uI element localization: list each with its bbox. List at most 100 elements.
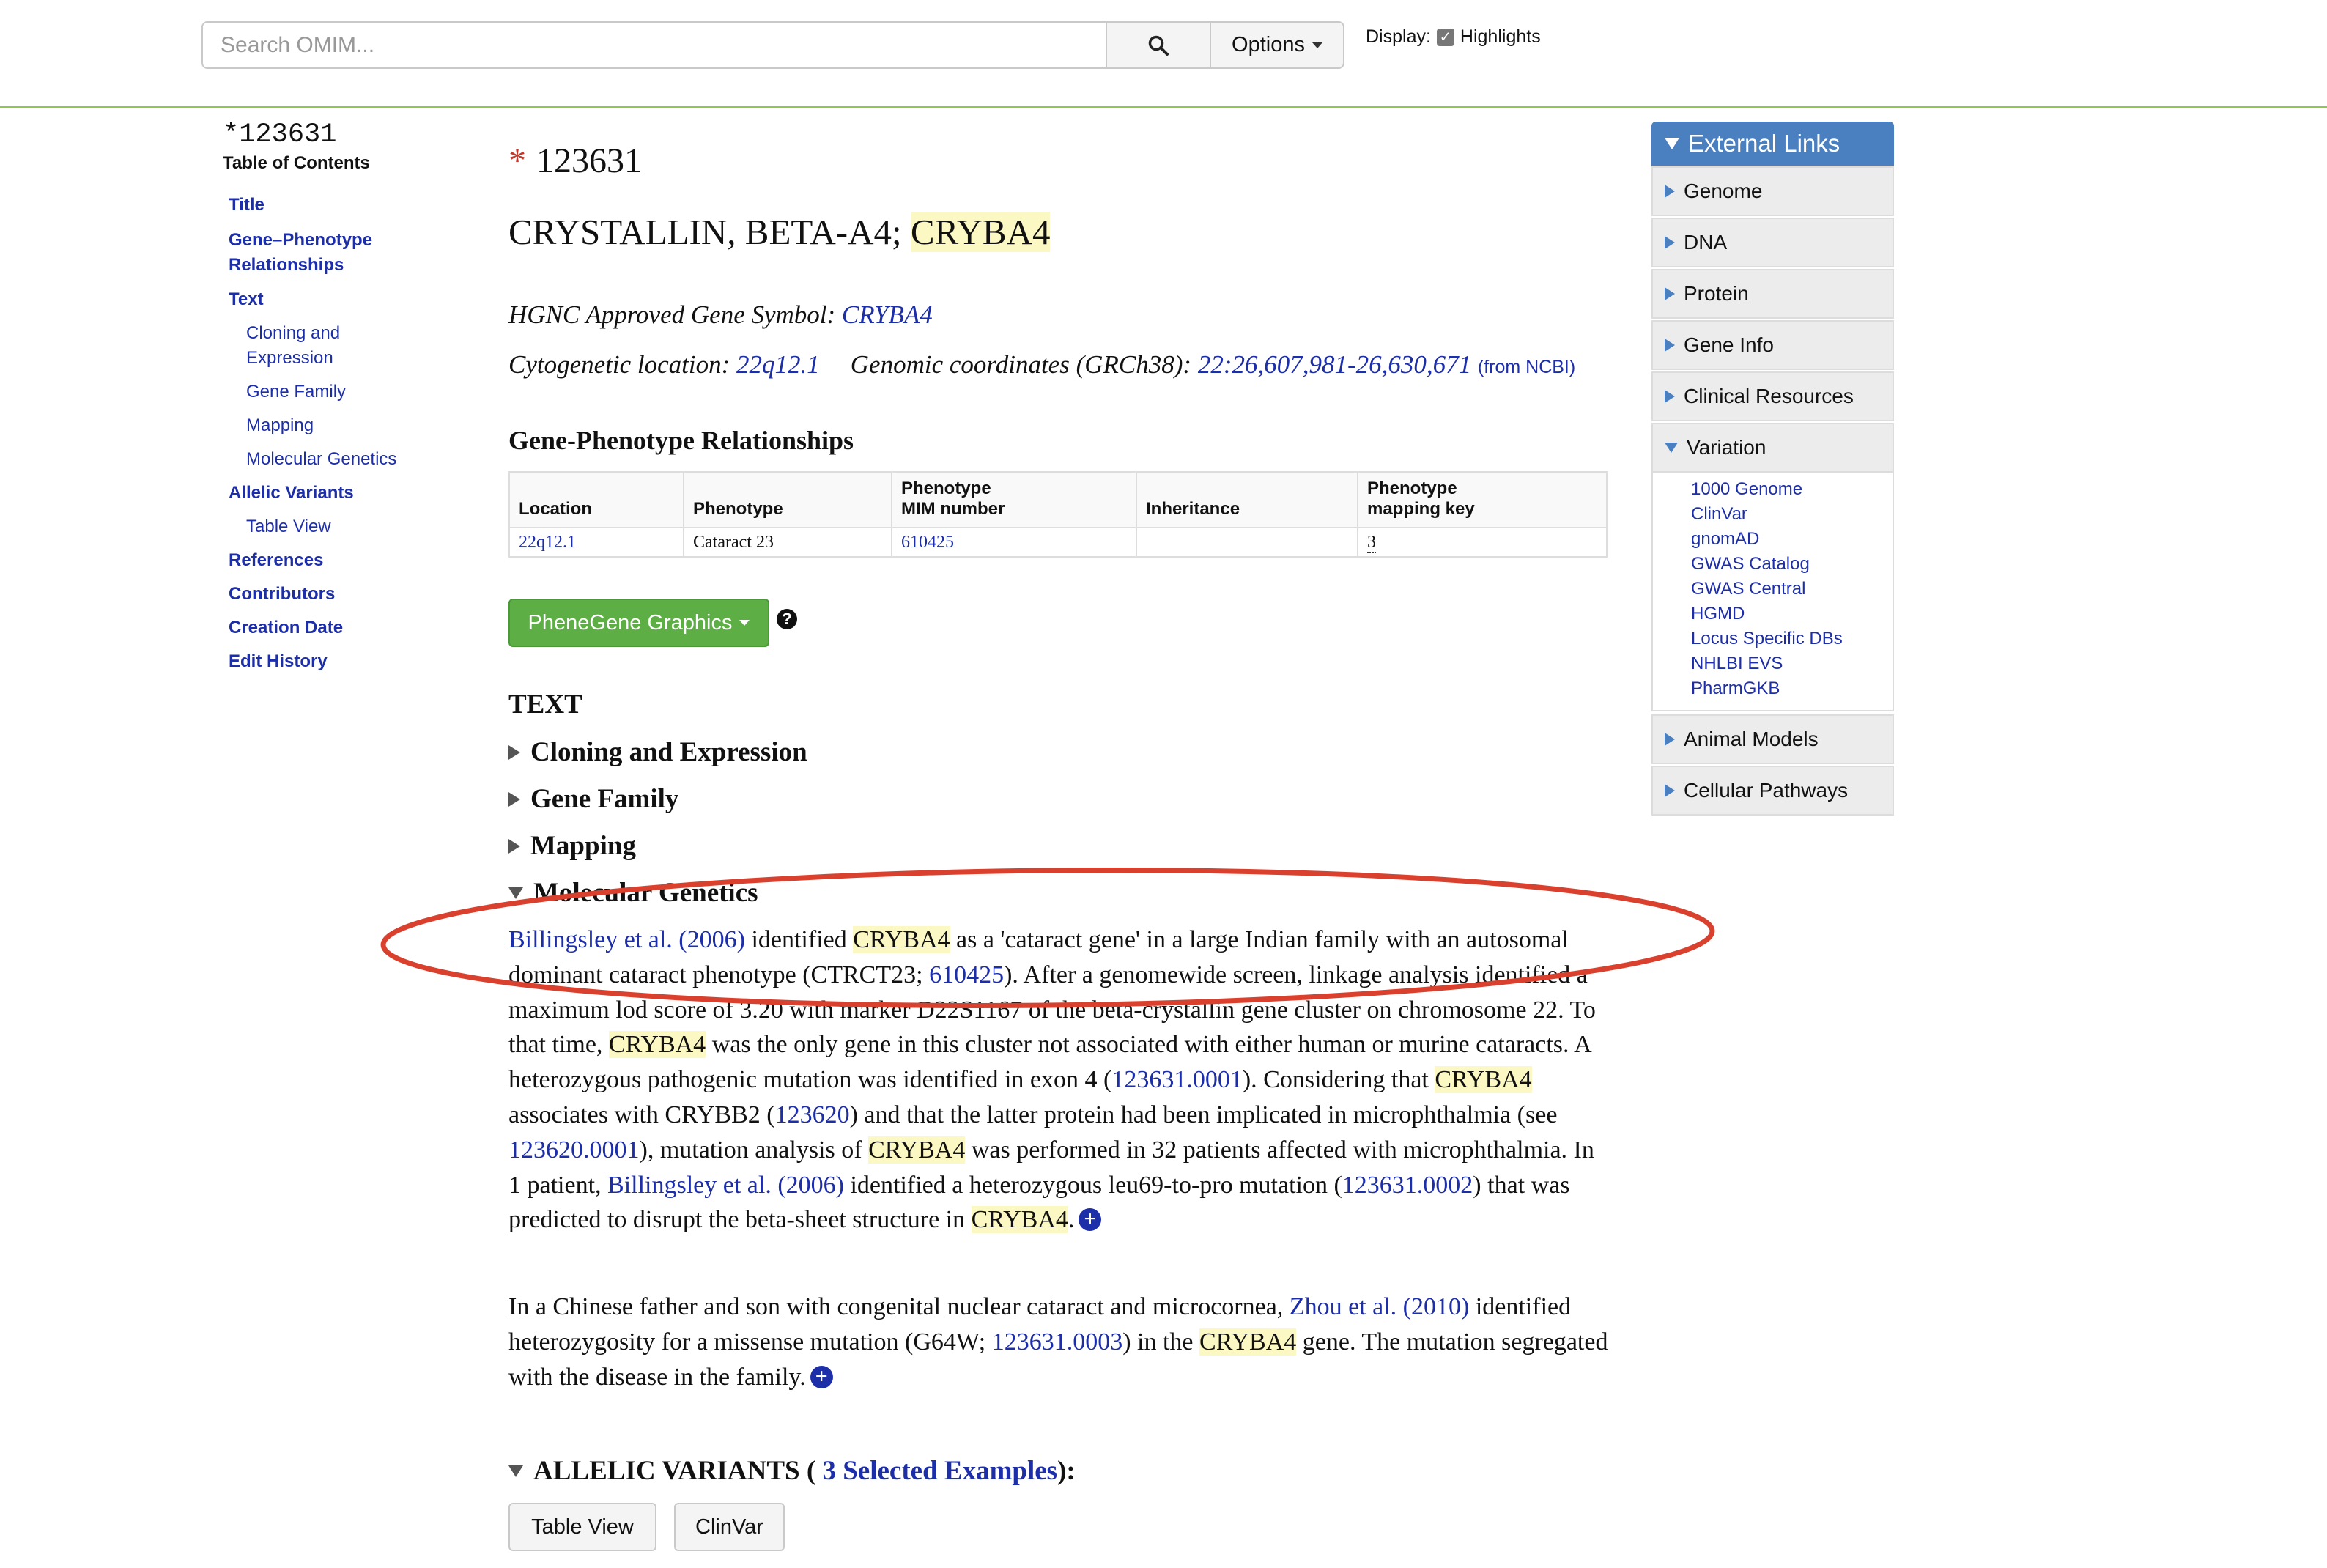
section-cloning-expression[interactable]: Cloning and Expression xyxy=(508,736,807,768)
toc-item[interactable]: Creation Date xyxy=(229,615,343,640)
variation-link[interactable]: gnomAD xyxy=(1691,527,1893,552)
toc-item[interactable]: Edit History xyxy=(229,649,328,674)
paragraph-text: associates with CRYBB2 ( xyxy=(508,1101,775,1128)
toc-item[interactable]: Allelic Variants xyxy=(229,481,354,506)
caret-down-icon xyxy=(1312,42,1322,48)
collapse-triangle-icon xyxy=(508,1465,523,1477)
external-link-protein[interactable]: Protein xyxy=(1651,269,1894,319)
section-gene-family[interactable]: Gene Family xyxy=(508,783,678,815)
gene-phenotype-heading: Gene-Phenotype Relationships xyxy=(508,426,854,455)
hgnc-symbol-link[interactable]: CRYBA4 xyxy=(842,300,933,329)
reference-link[interactable]: 123631.0002 xyxy=(1342,1172,1473,1199)
variation-link[interactable]: GWAS Central xyxy=(1691,577,1893,602)
variation-link[interactable]: ClinVar xyxy=(1691,502,1893,527)
highlighted-gene-symbol: CRYBA4 xyxy=(608,1031,706,1059)
toc-item[interactable]: Relationships xyxy=(229,253,344,278)
toc-item[interactable]: Expression xyxy=(246,346,333,371)
toc-item[interactable]: References xyxy=(229,548,323,573)
title-gene-symbol: CRYBA4 xyxy=(910,212,1051,252)
table-row: 22q12.1 Cataract 23 610425 3 xyxy=(508,527,1608,558)
paragraph-text: ) and that the latter protein had been i… xyxy=(849,1101,1558,1128)
mapping-key-value[interactable]: 3 xyxy=(1367,532,1376,553)
variation-link[interactable]: NHLBI EVS xyxy=(1691,651,1893,676)
phenegene-graphics-button[interactable]: PheneGene Graphics xyxy=(508,599,769,647)
collapse-triangle-icon xyxy=(1665,138,1679,149)
location-link[interactable]: 22q12.1 xyxy=(519,533,576,552)
external-link-label: Clinical Resources xyxy=(1684,385,1854,407)
variation-link[interactable]: GWAS Catalog xyxy=(1691,552,1893,577)
options-dropdown[interactable]: Options xyxy=(1210,21,1344,69)
external-link-cellular-pathways[interactable]: Cellular Pathways xyxy=(1651,766,1894,816)
external-link-gene-info[interactable]: Gene Info xyxy=(1651,320,1894,370)
toc-item[interactable]: Contributors xyxy=(229,582,335,607)
toc-item[interactable]: Gene Family xyxy=(246,380,346,404)
phenotype-mim-link[interactable]: 610425 xyxy=(901,533,954,552)
expand-triangle-icon xyxy=(1665,287,1675,300)
search-input[interactable]: Search OMIM... xyxy=(201,21,1107,69)
col-mapping-key: Phenotype mapping key xyxy=(1357,471,1608,528)
toc-item[interactable]: Cloning and xyxy=(246,321,340,346)
cell-inheritance xyxy=(1136,527,1358,558)
reference-link[interactable]: Billingsley et al. (2006) xyxy=(607,1172,844,1199)
col-mim: Phenotype MIM number xyxy=(891,471,1137,528)
expand-triangle-icon xyxy=(508,791,520,807)
col-inheritance: Inheritance xyxy=(1136,471,1358,528)
external-link-genome[interactable]: Genome xyxy=(1651,166,1894,216)
reference-link[interactable]: 123620 xyxy=(775,1101,850,1128)
section-title: Cloning and Expression xyxy=(530,737,807,767)
toc-item[interactable]: Title xyxy=(229,193,264,218)
col-location: Location xyxy=(508,471,684,528)
col-mim-line2: MIM number xyxy=(901,499,1005,519)
search-icon xyxy=(1148,35,1169,56)
allelic-suffix: ): xyxy=(1057,1456,1076,1486)
options-label: Options xyxy=(1232,33,1305,56)
reference-link[interactable]: 123620.0001 xyxy=(508,1136,640,1164)
selected-examples-link[interactable]: 3 Selected Examples xyxy=(815,1456,1057,1486)
reference-link[interactable]: 123631.0003 xyxy=(992,1328,1123,1356)
variation-link[interactable]: PharmGKB xyxy=(1691,676,1893,701)
expand-triangle-icon xyxy=(1665,236,1675,249)
clinvar-button[interactable]: ClinVar xyxy=(674,1503,785,1551)
expand-plus-icon[interactable]: + xyxy=(1079,1208,1102,1232)
toc-item[interactable]: Gene–Phenotype xyxy=(229,228,372,253)
external-link-dna[interactable]: DNA xyxy=(1651,218,1894,267)
expand-triangle-icon xyxy=(1665,185,1675,198)
toc-item[interactable]: Molecular Genetics xyxy=(246,447,396,472)
allelic-prefix: ALLELIC VARIANTS ( xyxy=(533,1456,816,1486)
coords-link[interactable]: 22:26,607,981-26,630,671 xyxy=(1198,350,1471,379)
variation-links-list: 1000 Genome ClinVar gnomAD GWAS Catalog GWAS… xyxy=(1651,473,1894,711)
variation-link[interactable]: 1000 Genome xyxy=(1691,477,1893,502)
hgnc-symbol-line: HGNC Approved Gene Symbol: CRYBA4 xyxy=(508,300,933,330)
external-link-clinical-resources[interactable]: Clinical Resources xyxy=(1651,371,1894,421)
reference-link[interactable]: Zhou et al. (2010) xyxy=(1290,1293,1470,1320)
col-mim-line1: Phenotype xyxy=(901,478,991,498)
variation-link[interactable]: HGMD xyxy=(1691,602,1893,626)
highlights-checkbox[interactable]: ✓ xyxy=(1436,28,1454,46)
external-link-variation[interactable]: Variation xyxy=(1651,423,1894,473)
cell-phenotype: Cataract 23 xyxy=(683,527,892,558)
external-link-label: Gene Info xyxy=(1684,333,1774,356)
gene-phenotype-table: Location Phenotype Phenotype MIM number I… xyxy=(508,471,1608,558)
external-link-label: DNA xyxy=(1684,231,1728,254)
entry-number-value: 123631 xyxy=(536,141,642,180)
toc-item[interactable]: Mapping xyxy=(246,413,314,438)
cyto-link[interactable]: 22q12.1 xyxy=(736,350,820,379)
toc-item[interactable]: Table View xyxy=(246,514,331,539)
toc-item[interactable]: Text xyxy=(229,287,264,312)
paragraph-text: ) in the xyxy=(1122,1328,1200,1356)
external-links-header[interactable]: External Links xyxy=(1651,122,1894,166)
external-link-animal-models[interactable]: Animal Models xyxy=(1651,714,1894,764)
help-icon[interactable]: ? xyxy=(777,609,797,629)
table-view-button[interactable]: Table View xyxy=(508,1503,656,1551)
search-button[interactable] xyxy=(1107,21,1211,69)
external-link-label: Cellular Pathways xyxy=(1684,779,1849,802)
expand-triangle-icon xyxy=(1665,390,1675,403)
expand-plus-icon[interactable]: + xyxy=(810,1365,833,1388)
variation-link[interactable]: Locus Specific DBs xyxy=(1691,626,1893,651)
reference-link[interactable]: 123631.0001 xyxy=(1111,1066,1243,1093)
paragraph-text: ), mutation analysis of xyxy=(639,1136,869,1164)
coords-source-link[interactable]: (from NCBI) xyxy=(1478,357,1575,377)
entry-asterisk: * xyxy=(508,141,526,180)
col-phenotype: Phenotype xyxy=(683,471,892,528)
highlighted-gene-symbol: CRYBA4 xyxy=(1435,1066,1532,1094)
